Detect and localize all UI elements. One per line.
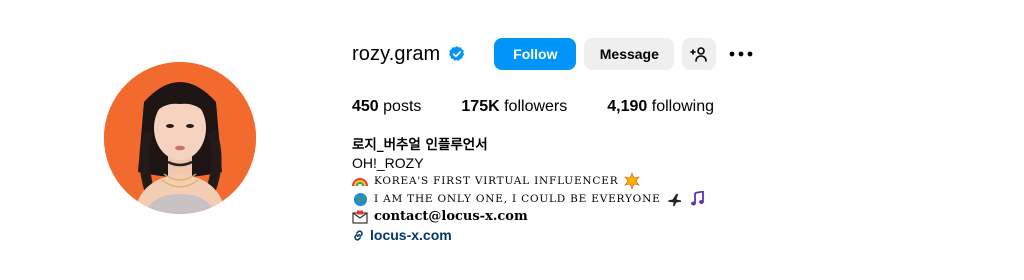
- follow-button[interactable]: Follow: [494, 38, 577, 70]
- music-notes-icon: [689, 191, 705, 207]
- profile-actions-row: rozy.gram Follow Message: [352, 37, 992, 71]
- sparkle-icon: [624, 173, 641, 189]
- bio-line-2: I AM THE ONLY ONE, I COULD BE EVERYONE: [352, 190, 992, 208]
- posts-label: posts: [383, 98, 422, 115]
- bio-line-1-text: KOREA'S FIRST VIRTUAL INFLUENCER: [374, 175, 619, 187]
- followers-stat[interactable]: 175K followers: [461, 98, 567, 116]
- followers-count: 175K: [461, 98, 500, 115]
- following-stat[interactable]: 4,190 following: [607, 98, 714, 116]
- posts-stat: 450 posts: [352, 98, 421, 116]
- airplane-icon: [667, 191, 683, 207]
- profile-header: rozy.gram Follow Message 450 posts 175K …: [352, 37, 992, 244]
- message-button[interactable]: Message: [584, 38, 675, 70]
- rainbow-icon: [352, 173, 368, 189]
- verified-badge-icon: [448, 45, 466, 63]
- add-user-icon: [690, 47, 708, 62]
- avatar-image: [104, 62, 256, 214]
- followers-label: followers: [504, 98, 568, 115]
- envelope-icon: [352, 209, 368, 225]
- following-count: 4,190: [607, 98, 648, 115]
- bio-contact-line: contact@locus-x.com: [352, 208, 992, 226]
- posts-count: 450: [352, 98, 379, 115]
- add-user-button[interactable]: [682, 38, 717, 70]
- link-icon: [352, 229, 365, 242]
- profile-avatar[interactable]: [104, 62, 256, 214]
- profile-bio: 로지_버추얼 인플루언서 OH!_ROZY KOREA'S FIRST VIRT…: [352, 136, 992, 244]
- external-link[interactable]: locus-x.com: [370, 226, 452, 244]
- bio-line-1: KOREA'S FIRST VIRTUAL INFLUENCER: [352, 172, 992, 190]
- more-options-icon[interactable]: [726, 38, 756, 70]
- full-name: 로지_버추얼 인플루언서: [352, 137, 488, 153]
- bio-line-2-text: I AM THE ONLY ONE, I COULD BE EVERYONE: [374, 193, 661, 205]
- globe-icon: [352, 191, 368, 207]
- bio-link-line[interactable]: locus-x.com: [352, 226, 992, 244]
- following-label: following: [651, 98, 715, 115]
- bio-category: OH!_ROZY: [352, 155, 424, 171]
- username: rozy.gram: [352, 42, 441, 65]
- profile-stats: 450 posts 175K followers 4,190 following: [352, 98, 992, 116]
- contact-email: contact@locus-x.com: [374, 209, 528, 224]
